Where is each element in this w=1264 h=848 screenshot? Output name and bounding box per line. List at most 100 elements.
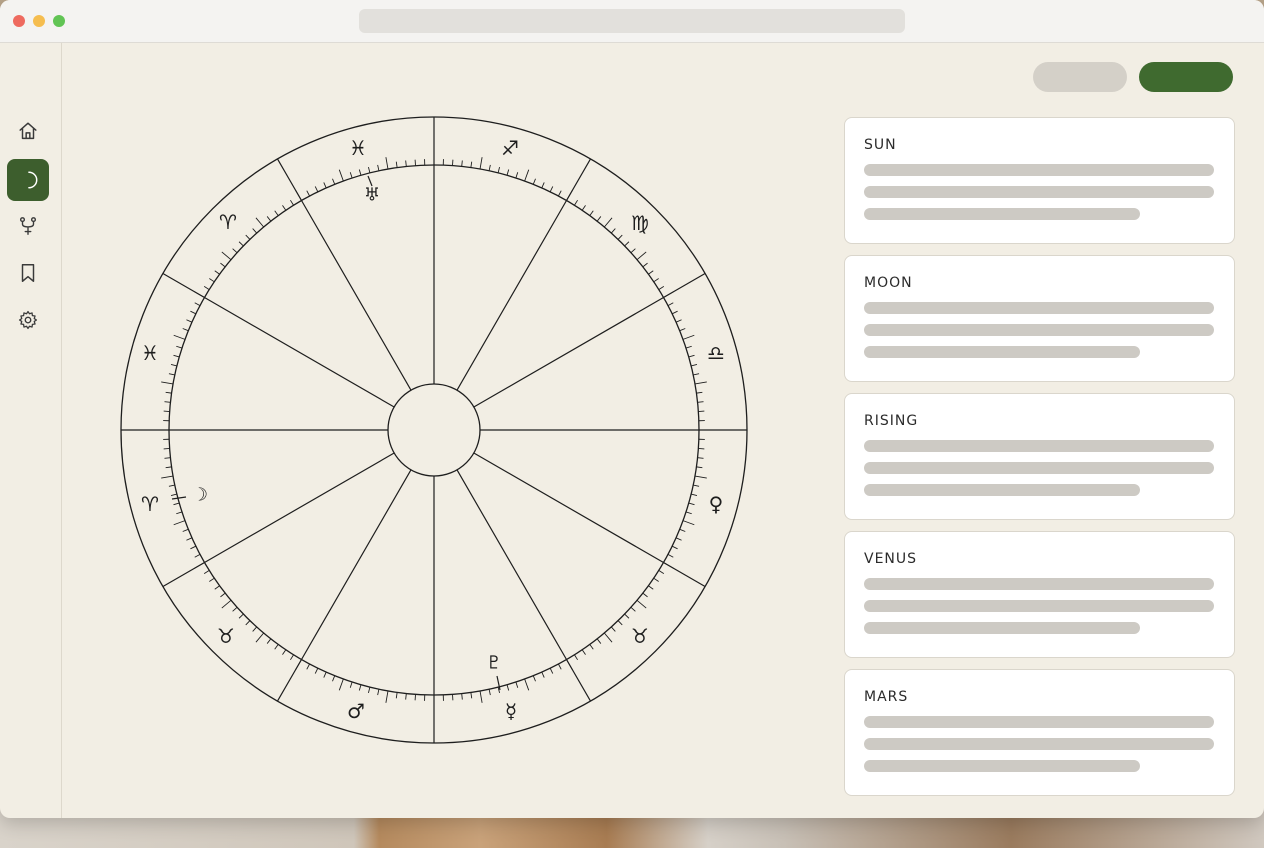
house-cusp bbox=[456, 200, 568, 391]
degree-tick bbox=[252, 228, 258, 234]
degree-tick bbox=[164, 401, 171, 403]
degree-tick bbox=[338, 678, 344, 691]
degree-tick bbox=[170, 493, 177, 496]
degree-tick bbox=[221, 251, 232, 261]
degree-tick bbox=[470, 692, 473, 699]
degree-tick bbox=[610, 228, 616, 234]
degree-tick bbox=[671, 545, 678, 550]
degree-tick bbox=[603, 632, 613, 643]
degree-tick bbox=[488, 689, 491, 696]
degree-tick bbox=[653, 577, 659, 582]
degree-tick bbox=[691, 493, 698, 496]
degree-tick bbox=[232, 248, 238, 254]
sign-divider bbox=[276, 158, 303, 201]
secondary-button[interactable] bbox=[1033, 62, 1127, 92]
sign-glyph: ♀ bbox=[709, 492, 724, 516]
sign-glyph: ♂ bbox=[347, 699, 365, 723]
degree-tick bbox=[173, 354, 180, 358]
degree-tick bbox=[168, 484, 175, 487]
degree-tick bbox=[636, 599, 647, 609]
degree-tick bbox=[395, 692, 398, 699]
degree-tick bbox=[636, 251, 647, 261]
degree-tick bbox=[694, 475, 707, 479]
house-cusp bbox=[473, 296, 664, 408]
degree-tick bbox=[238, 613, 244, 619]
degree-tick bbox=[368, 687, 371, 694]
degree-tick bbox=[515, 172, 519, 179]
rising-card[interactable]: RISING bbox=[844, 393, 1235, 520]
degree-tick bbox=[479, 690, 483, 703]
degree-tick bbox=[693, 484, 700, 487]
degree-tick bbox=[377, 689, 380, 696]
sign-divider bbox=[663, 561, 706, 588]
degree-tick bbox=[574, 654, 578, 661]
degree-tick bbox=[190, 545, 197, 550]
sign-glyph: ♈ bbox=[141, 492, 159, 516]
sign-glyph: ♉ bbox=[217, 624, 235, 648]
house-cusp bbox=[204, 296, 395, 408]
sign-glyph: ♓ bbox=[349, 136, 367, 160]
degree-tick bbox=[506, 684, 510, 691]
degree-tick bbox=[170, 364, 177, 367]
degree-tick bbox=[667, 554, 674, 558]
degree-tick bbox=[405, 160, 407, 167]
card-title: RISING bbox=[864, 413, 919, 429]
text-placeholder bbox=[864, 186, 1214, 198]
degree-tick bbox=[574, 199, 578, 206]
degree-tick bbox=[694, 381, 707, 385]
degree-tick bbox=[589, 210, 594, 216]
degree-tick bbox=[658, 570, 665, 574]
sign-glyph: ☿ bbox=[505, 699, 517, 723]
degree-tick bbox=[323, 182, 327, 189]
sign-glyph: ♍ bbox=[631, 211, 649, 235]
degree-tick bbox=[682, 520, 695, 526]
degree-tick bbox=[697, 401, 704, 403]
text-placeholder bbox=[864, 716, 1214, 728]
degree-tick bbox=[358, 169, 362, 176]
degree-tick bbox=[470, 161, 473, 168]
degree-tick bbox=[688, 354, 695, 358]
degree-tick bbox=[214, 585, 220, 590]
degree-tick bbox=[541, 671, 545, 678]
degree-tick bbox=[617, 234, 623, 240]
uranus-glyph: ♅ bbox=[364, 185, 380, 206]
degree-tick bbox=[266, 638, 272, 644]
moon-card[interactable]: MOON bbox=[844, 255, 1235, 382]
degree-tick bbox=[176, 511, 183, 515]
degree-tick bbox=[653, 278, 659, 283]
sign-divider bbox=[276, 659, 303, 702]
degree-tick bbox=[549, 186, 554, 193]
degree-tick bbox=[377, 164, 380, 171]
mars-card[interactable]: MARS bbox=[844, 669, 1235, 796]
degree-tick bbox=[667, 302, 674, 306]
degree-tick bbox=[624, 613, 630, 619]
degree-tick bbox=[173, 520, 186, 526]
degree-tick bbox=[349, 172, 353, 179]
degree-tick bbox=[349, 681, 353, 688]
sign-divider bbox=[565, 158, 592, 201]
primary-button[interactable] bbox=[1139, 62, 1233, 92]
sign-glyph: ♐ bbox=[501, 136, 519, 160]
text-placeholder bbox=[864, 484, 1140, 496]
degree-tick bbox=[220, 592, 226, 598]
degree-tick bbox=[282, 205, 287, 211]
degree-tick bbox=[648, 270, 654, 275]
degree-tick bbox=[461, 160, 463, 167]
degree-tick bbox=[506, 169, 510, 176]
degree-tick bbox=[688, 502, 695, 506]
degree-tick bbox=[685, 511, 692, 515]
venus-card[interactable]: VENUS bbox=[844, 531, 1235, 658]
degree-tick bbox=[541, 182, 545, 189]
text-placeholder bbox=[864, 622, 1140, 634]
card-title: VENUS bbox=[864, 551, 918, 567]
degree-tick bbox=[176, 345, 183, 349]
degree-tick bbox=[323, 671, 327, 678]
sign-divider bbox=[162, 561, 205, 588]
sign-glyph: ♈ bbox=[219, 210, 237, 234]
degree-tick bbox=[306, 190, 310, 197]
degree-tick bbox=[671, 310, 678, 315]
sun-card[interactable]: SUN bbox=[844, 117, 1235, 244]
text-placeholder bbox=[864, 324, 1214, 336]
degree-tick bbox=[589, 644, 594, 650]
degree-tick bbox=[682, 334, 695, 340]
